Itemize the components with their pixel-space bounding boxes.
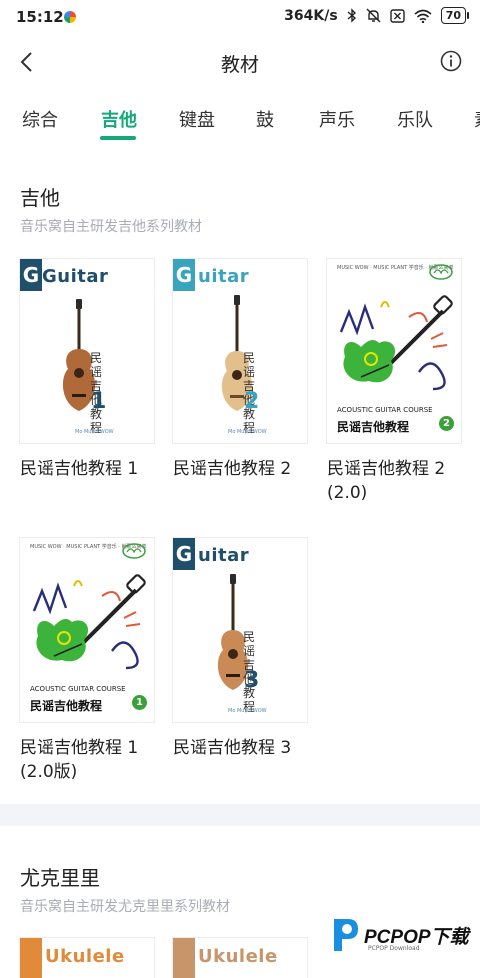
book-item[interactable]: MUSIC WOW · MUSIC PLANT 学音乐 · 就那么简单 ACOU… bbox=[327, 259, 461, 505]
publisher-mark: Mo Music WOW bbox=[228, 429, 267, 435]
book-cover: Ukulele bbox=[20, 938, 154, 978]
cover-word: Ukulele bbox=[198, 946, 278, 967]
battery-icon: 70 bbox=[440, 7, 470, 24]
cover-course-text: ACOUSTIC GUITAR COURSE bbox=[337, 406, 433, 414]
tab-vocal[interactable]: 声乐 bbox=[319, 106, 355, 132]
app-header: 教材 bbox=[0, 34, 480, 90]
network-speed: 364K/s bbox=[284, 7, 338, 24]
publisher-mark: Mo Music WOW bbox=[228, 708, 267, 714]
tab-keyboard[interactable]: 键盘 bbox=[179, 106, 215, 132]
book-item[interactable]: G uitar 民谣吉他教程 3 Mo Music WOW 民谣吉他教程 3 bbox=[173, 538, 307, 760]
info-icon[interactable] bbox=[440, 50, 462, 72]
cover-word: uitar bbox=[198, 266, 250, 287]
book-item[interactable]: Ukulele bbox=[20, 938, 154, 978]
cover-number: 3 bbox=[244, 668, 260, 693]
book-cover: G Guitar 民谣吉他教程 1 Mo Music WOW bbox=[20, 259, 154, 443]
cover-word: Ukulele bbox=[45, 946, 125, 967]
section-subtitle: 音乐窝自主研发吉他系列教材 bbox=[20, 219, 202, 235]
active-tab-indicator bbox=[100, 136, 136, 140]
tab-guitar[interactable]: 吉他 bbox=[101, 106, 137, 132]
wifi-icon bbox=[414, 9, 432, 23]
book-title: 民谣吉他教程 3 bbox=[173, 738, 292, 758]
guitar-section: 吉他 音乐窝自主研发吉他系列教材 G Guitar 民谣吉他教程 1 Mo Mu… bbox=[0, 146, 480, 804]
cover-badge bbox=[173, 938, 195, 978]
tab-band[interactable]: 乐队 bbox=[397, 106, 433, 132]
tab-general[interactable]: 综合 bbox=[22, 106, 58, 132]
book-item[interactable]: G uitar 民谣吉他教程 2 Mo Music WOW 民谣吉他教程 2 bbox=[173, 259, 307, 481]
book-cover: G uitar 民谣吉他教程 2 Mo Music WOW bbox=[173, 259, 307, 443]
watermark-subtext: PCPOP Download bbox=[368, 945, 420, 952]
cover-badge: G bbox=[173, 259, 195, 291]
book-title: 民谣吉他教程 2 bbox=[173, 459, 292, 479]
category-tabs: 综合 吉他 键盘 鼓 声乐 乐队 素 bbox=[0, 98, 480, 144]
book-cover: MUSIC WOW · MUSIC PLANT 学音乐 · 就那么简单 ACOU… bbox=[327, 259, 461, 443]
cover-cn-title: 民谣吉他教程 bbox=[30, 699, 103, 713]
book-cover: MUSIC WOW · MUSIC PLANT 学音乐 · 就那么简单 ACOU… bbox=[20, 538, 154, 722]
section-title: 尤克里里 bbox=[20, 866, 100, 890]
sim-off-icon bbox=[389, 8, 405, 23]
status-time: 15:12 bbox=[16, 8, 64, 26]
book-title: 民谣吉他教程 1 (2.0版) bbox=[20, 738, 139, 782]
app-notification-icon bbox=[64, 11, 76, 23]
status-bar: 15:12 364K/s 70 bbox=[0, 0, 480, 34]
mute-bell-icon bbox=[366, 8, 381, 23]
bluetooth-icon bbox=[347, 8, 356, 23]
cover-badge bbox=[20, 938, 42, 978]
book-item[interactable]: G Guitar 民谣吉他教程 1 Mo Music WOW 民谣吉他教程 1 bbox=[20, 259, 154, 481]
section-subtitle: 音乐窝自主研发尤克里里系列教材 bbox=[20, 899, 230, 915]
book-item[interactable]: Ukulele bbox=[173, 938, 307, 978]
cover-course-text: ACOUSTIC GUITAR COURSE bbox=[30, 685, 126, 693]
cover-number-badge: 1 bbox=[132, 695, 147, 710]
cover-badge: G bbox=[20, 259, 42, 291]
tab-more[interactable]: 素 bbox=[474, 106, 480, 132]
tab-drums[interactable]: 鼓 bbox=[256, 106, 274, 132]
book-item[interactable]: MUSIC WOW · MUSIC PLANT 学音乐 · 就那么简单 ACOU… bbox=[20, 538, 154, 784]
book-cover: Ukulele bbox=[173, 938, 307, 978]
book-title: 民谣吉他教程 1 bbox=[20, 459, 139, 479]
green-guitar-illustration bbox=[32, 574, 146, 670]
cover-number: 1 bbox=[91, 389, 107, 414]
book-title: 民谣吉他教程 2 (2.0) bbox=[327, 459, 446, 503]
watermark: PCPOP下载 PCPOP Download bbox=[328, 912, 469, 958]
book-cover: G uitar 民谣吉他教程 3 Mo Music WOW bbox=[173, 538, 307, 722]
cover-word: Guitar bbox=[42, 266, 109, 287]
cover-word: uitar bbox=[198, 545, 250, 566]
page-title: 教材 bbox=[220, 54, 259, 76]
content-area: 吉他 音乐窝自主研发吉他系列教材 G Guitar 民谣吉他教程 1 Mo Mu… bbox=[0, 146, 480, 978]
cover-cn-title: 民谣吉他教程 bbox=[337, 420, 410, 434]
green-guitar-illustration bbox=[339, 295, 453, 391]
publisher-mark: Mo Music WOW bbox=[75, 429, 114, 435]
cover-number: 2 bbox=[244, 389, 260, 414]
cover-badge: G bbox=[173, 538, 195, 570]
section-title: 吉他 bbox=[20, 186, 60, 210]
cover-number-badge: 2 bbox=[439, 416, 454, 431]
pcpop-logo-icon bbox=[334, 919, 358, 951]
